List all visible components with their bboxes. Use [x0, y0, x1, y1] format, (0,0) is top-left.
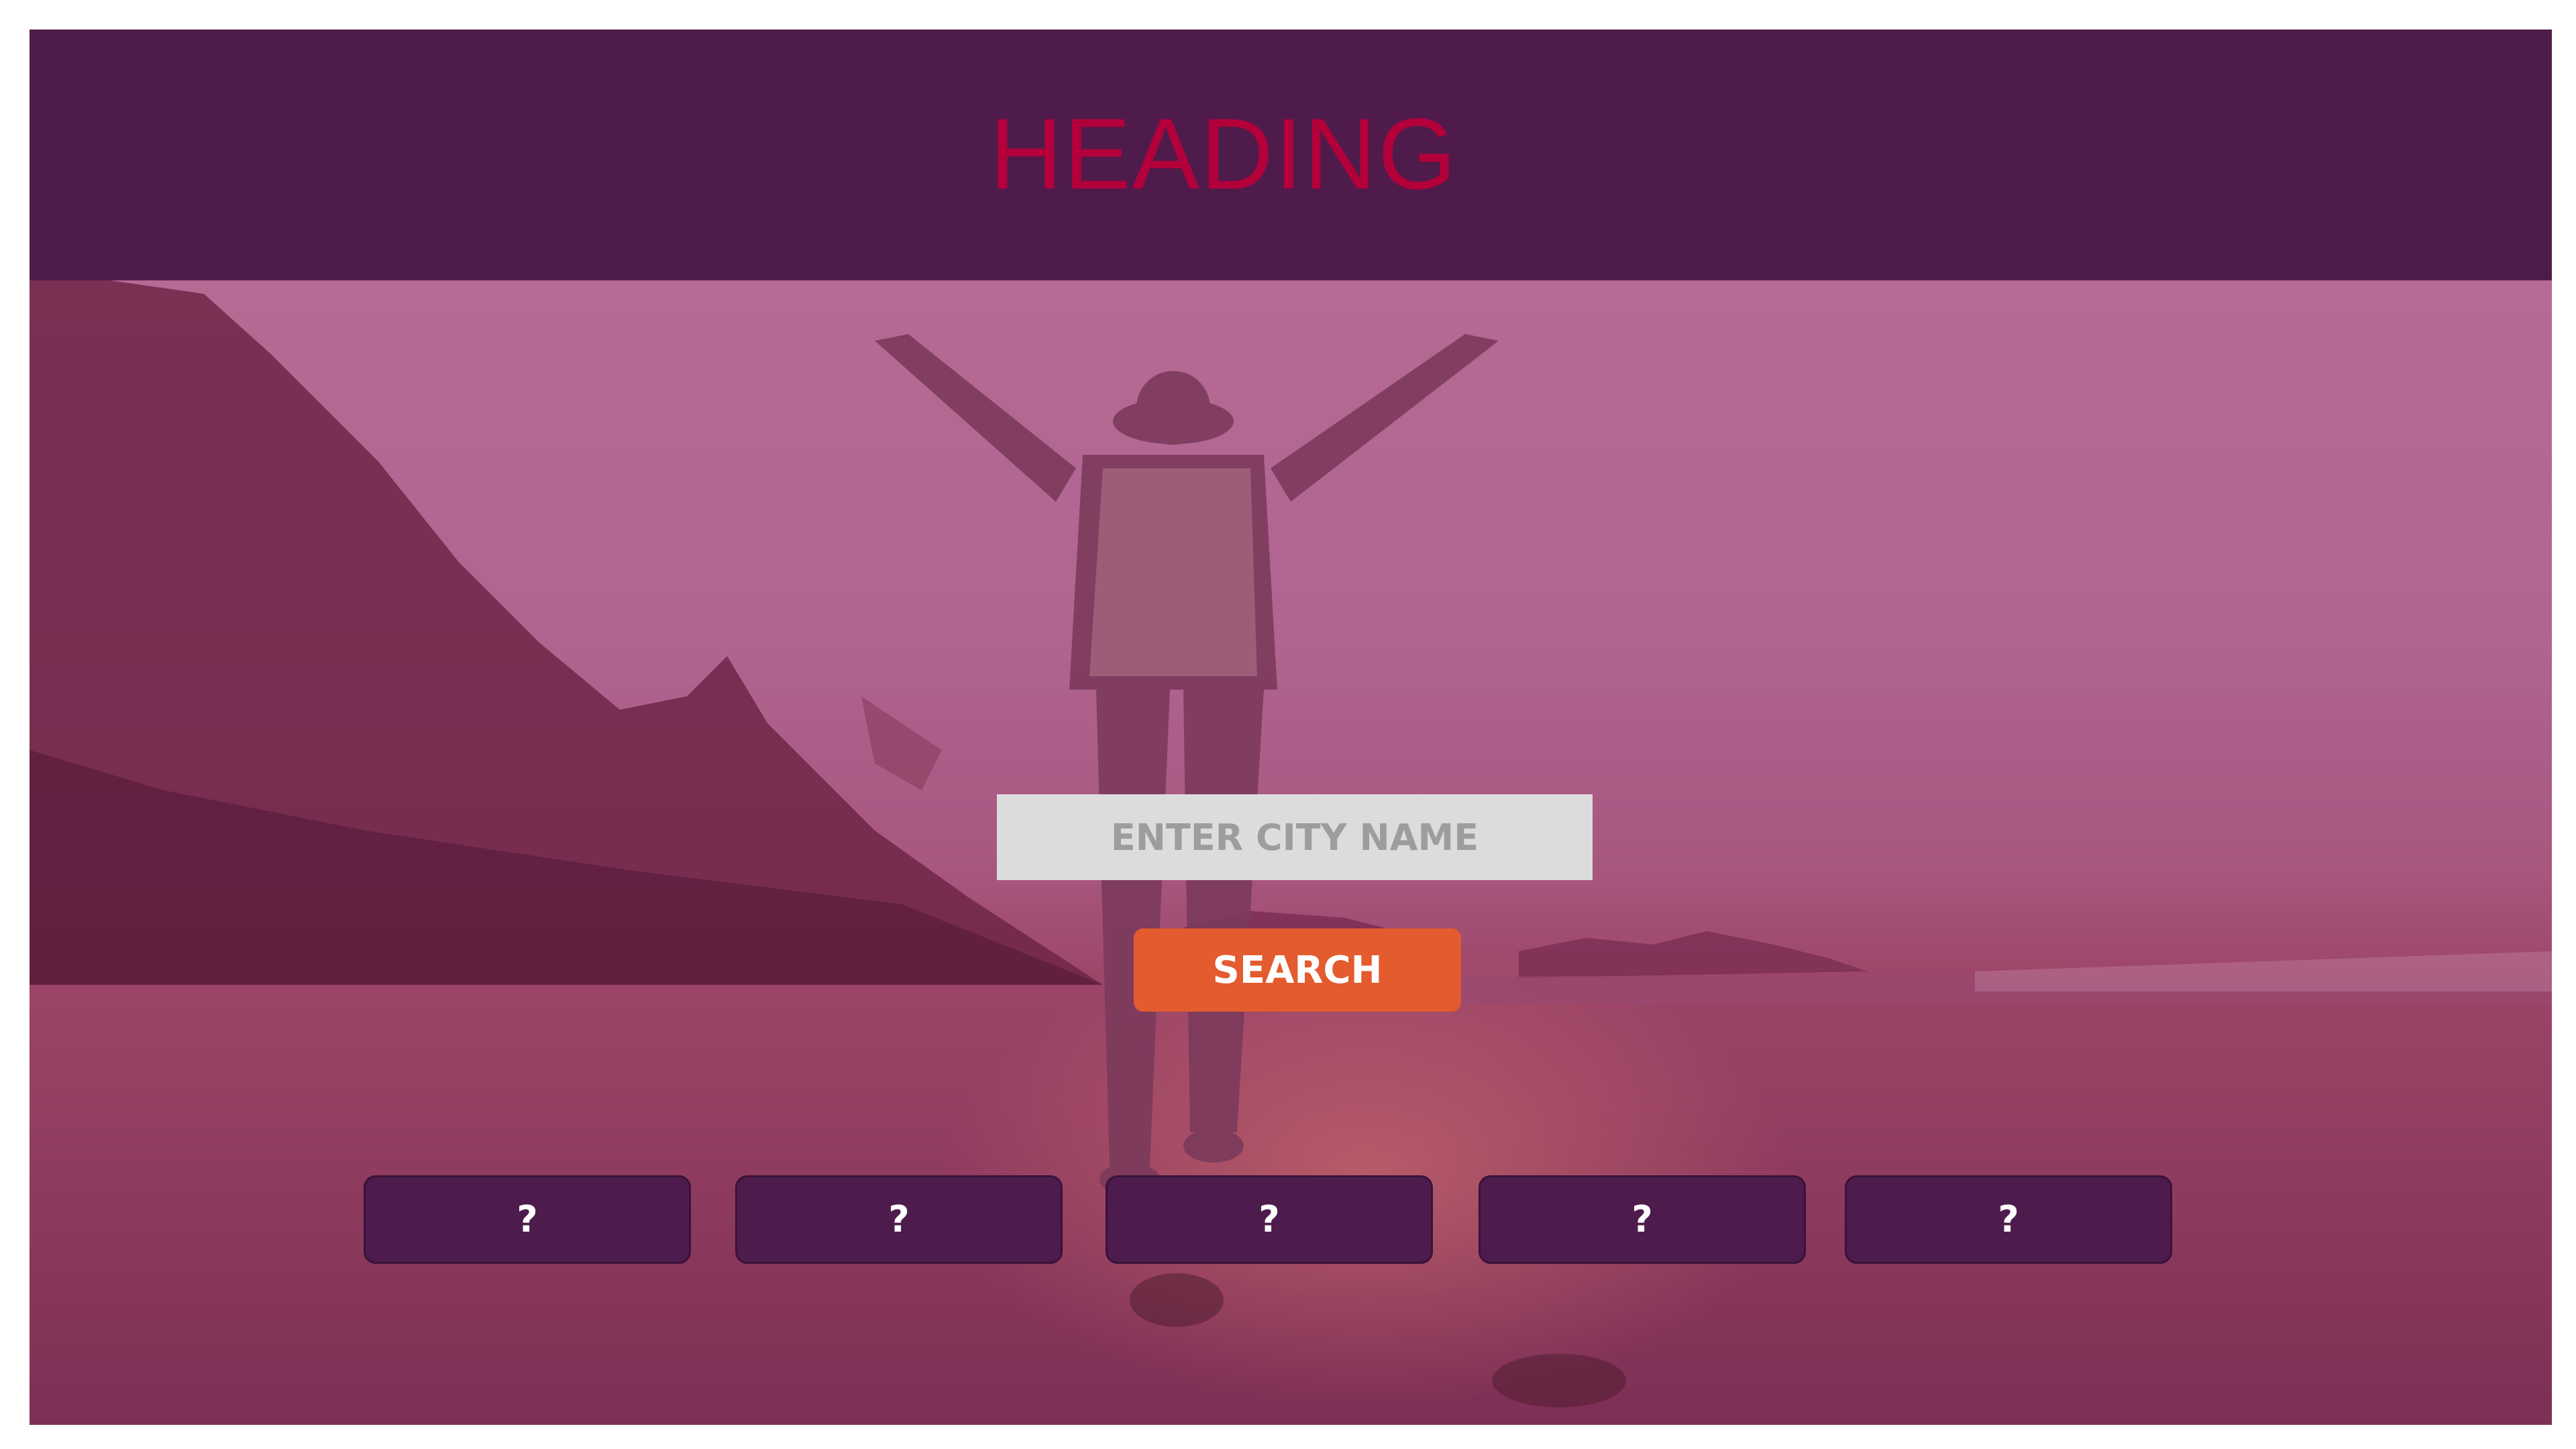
app-frame: HEADING ENTER CITY NAME SEARCH ? ? ? ? ?: [30, 30, 2552, 1425]
result-card-5[interactable]: ?: [1845, 1175, 2172, 1264]
header-bar: HEADING: [30, 30, 2552, 280]
result-card-1[interactable]: ?: [364, 1175, 691, 1264]
footprint: [1130, 1273, 1224, 1327]
result-card-2[interactable]: ?: [735, 1175, 1063, 1264]
footprint: [1492, 1354, 1626, 1407]
result-card-3[interactable]: ?: [1106, 1175, 1433, 1264]
hero-background: SEARCH ? ? ? ? ?: [30, 280, 2552, 1425]
result-card-4[interactable]: ?: [1479, 1175, 1806, 1264]
page-heading: HEADING: [989, 97, 1458, 210]
search-button[interactable]: SEARCH: [1134, 928, 1461, 1012]
city-search-input[interactable]: [997, 794, 1593, 880]
